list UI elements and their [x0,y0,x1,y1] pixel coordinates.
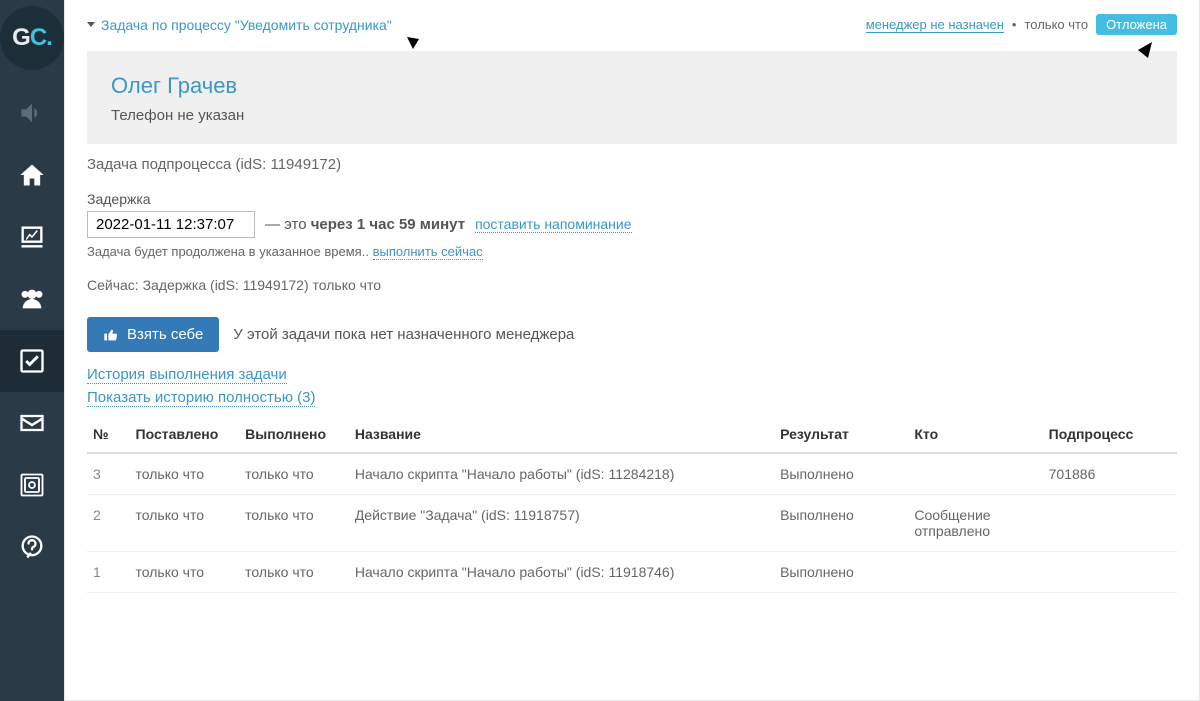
delay-note: Задача будет продолжена в указанное врем… [87,244,1177,259]
header-time: только что [1024,17,1088,32]
sidebar: GC. [0,0,64,701]
table-row: 3только чтотолько чтоНачало скрипта "Нач… [87,453,1177,495]
table-row: 2только чтотолько чтоДействие "Задача" (… [87,495,1177,552]
history-link[interactable]: История выполнения задачи [87,366,287,384]
nav-chat-icon[interactable] [0,516,64,578]
contact-name[interactable]: Олег Грачев [111,73,1153,99]
thumbs-up-icon [103,327,119,343]
show-full-link[interactable]: Показать историю полностью (3) [87,389,315,407]
th-who: Кто [908,416,1042,453]
take-button[interactable]: Взять себе [87,317,219,352]
nav-home-icon[interactable] [0,144,64,206]
subprocess-line: Задача подпроцесса (idS: 11949172) [87,156,1177,173]
take-text: У этой задачи пока нет назначенного мене… [233,326,574,343]
logo[interactable]: GC. [0,6,64,70]
caret-down-icon[interactable] [87,22,95,27]
th-posted: Поставлено [130,416,240,453]
table-row: 1только чтотолько чтоНачало скрипта "Нач… [87,552,1177,593]
main: Задача по процессу "Уведомить сотрудника… [64,0,1200,701]
contact-phone: Телефон не указан [111,107,1153,124]
delay-label: Задержка [87,191,1177,207]
run-now-link[interactable]: выполнить сейчас [373,244,483,260]
contact-card: Олег Грачев Телефон не указан [87,51,1177,144]
manager-link[interactable]: менеджер не назначен [866,17,1004,33]
nav-users-icon[interactable] [0,268,64,330]
th-name: Название [349,416,774,453]
page-title-link[interactable]: Задача по процессу "Уведомить сотрудника… [101,17,392,33]
status-badge: Отложена [1096,14,1177,35]
nav-chart-icon[interactable] [0,206,64,268]
delay-input[interactable] [87,211,255,238]
th-done: Выполнено [239,416,349,453]
nav-sound-icon[interactable] [0,82,64,144]
nav-check-icon[interactable] [0,330,64,392]
th-n: № [87,416,130,453]
header: Задача по процессу "Уведомить сотрудника… [87,10,1177,43]
bullet: • [1012,17,1017,32]
nav-mail-icon[interactable] [0,392,64,454]
reminder-link[interactable]: поставить напоминание [475,216,631,233]
nav-safe-icon[interactable] [0,454,64,516]
th-sub: Подпроцесс [1043,416,1177,453]
now-line: Сейчас: Задержка (idS: 11949172) только … [87,277,1177,293]
delay-info: — это через 1 час 59 минут [265,216,465,233]
th-result: Результат [774,416,908,453]
history-table: № Поставлено Выполнено Название Результа… [87,416,1177,593]
